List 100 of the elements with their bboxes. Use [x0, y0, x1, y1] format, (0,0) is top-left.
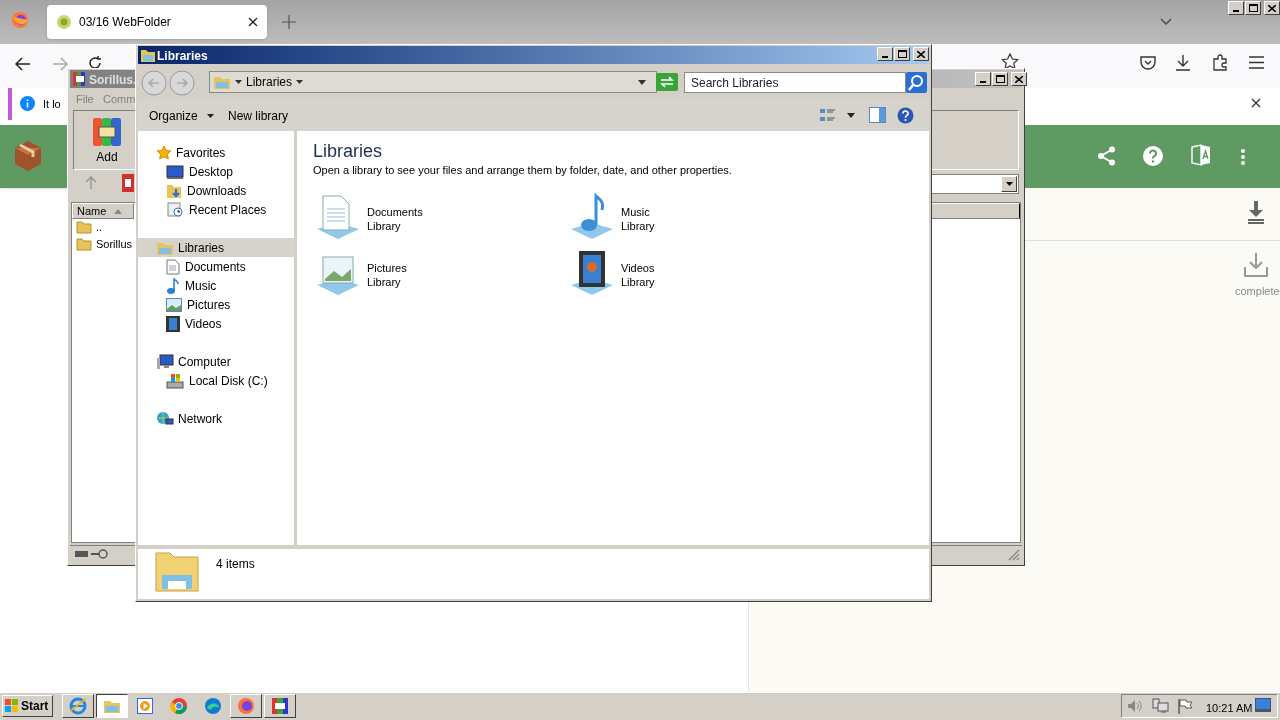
add-button[interactable]: Add: [86, 116, 128, 166]
file-name[interactable]: Sorillus: [96, 236, 133, 253]
nav-item[interactable]: Videos: [166, 314, 222, 333]
nav-item[interactable]: Desktop: [166, 162, 234, 181]
item-count: 4 items: [216, 556, 255, 573]
archive-icon: [271, 697, 289, 715]
dropdown-arrow-icon: [638, 79, 646, 85]
computer-icon: [156, 353, 174, 370]
search-field[interactable]: Search Libraries: [684, 72, 906, 93]
archive-icon: [91, 116, 123, 148]
taskbar-button[interactable]: [96, 694, 128, 718]
package-icon: [14, 140, 42, 172]
close-icon: [917, 50, 925, 58]
media-player-icon: [137, 698, 153, 714]
file-name[interactable]: ..: [96, 219, 103, 236]
recent-places-icon: [166, 201, 184, 218]
folder-icon: [103, 698, 121, 714]
clock: 10:21 AM: [1206, 701, 1253, 716]
close-button[interactable]: [1264, 1, 1280, 15]
flag-icon[interactable]: [1177, 698, 1193, 714]
nav-item[interactable]: Libraries: [138, 238, 294, 257]
music-note-icon: [166, 277, 180, 294]
pictures-icon: [166, 297, 182, 312]
translate-icon[interactable]: [1190, 144, 1212, 168]
browser-icon: [69, 697, 87, 715]
info-icon: [20, 96, 35, 111]
dropdown-arrow-icon[interactable]: [847, 113, 855, 118]
star-icon[interactable]: [1001, 53, 1019, 70]
nav-item[interactable]: Local Disk (C:): [166, 371, 268, 390]
nav-item[interactable]: Downloads: [166, 181, 247, 200]
windows-logo-icon: [5, 699, 19, 713]
path-dropdown[interactable]: [930, 174, 1019, 194]
preview-pane-icon[interactable]: [869, 107, 886, 123]
address-bar[interactable]: Libraries: [209, 71, 657, 93]
column-header[interactable]: [930, 203, 1020, 219]
maximize-button[interactable]: [894, 47, 910, 61]
dropdown-arrow-icon: [235, 80, 242, 84]
desktop-icon: [166, 164, 184, 179]
tab-title: 03/16 WebFolder: [79, 14, 172, 31]
window-title: Sorillus.: [89, 72, 137, 89]
search-icon[interactable]: [906, 72, 927, 93]
pocket-icon[interactable]: [1140, 55, 1156, 70]
nav-item[interactable]: Recent Places: [166, 200, 267, 219]
refresh-icon[interactable]: [656, 73, 678, 91]
organize-button[interactable]: Organize: [143, 106, 220, 126]
minimize-button[interactable]: [1228, 1, 1244, 15]
page-heading: Libraries: [313, 140, 383, 163]
tab-favicon-icon: [56, 14, 72, 30]
extension-icon[interactable]: [1212, 54, 1229, 71]
dropdown-arrow-icon: [296, 80, 304, 84]
document-icon: [166, 258, 180, 275]
browser-tab[interactable]: 03/16 WebFolder: [47, 5, 267, 39]
minimize-button[interactable]: [975, 72, 991, 86]
close-button[interactable]: [913, 47, 929, 61]
network-icon[interactable]: [1152, 698, 1169, 714]
notification-text: It lo: [43, 97, 61, 112]
more-options-icon[interactable]: [1240, 148, 1246, 166]
download-icon[interactable]: [1246, 200, 1266, 224]
dropdown-arrow-icon: [206, 114, 214, 118]
download-status: complete: [1235, 284, 1280, 299]
download-icon[interactable]: [1175, 54, 1191, 71]
library-icon: [213, 74, 231, 90]
hard-disk-icon: [166, 372, 184, 389]
browser-icon: [204, 697, 222, 715]
back-arrow-icon[interactable]: [15, 57, 31, 71]
column-header[interactable]: Name: [72, 203, 134, 219]
nav-item[interactable]: Pictures: [166, 295, 231, 314]
close-icon[interactable]: [1251, 98, 1261, 108]
share-icon[interactable]: [1097, 146, 1117, 166]
new-library-button[interactable]: New library: [222, 106, 294, 126]
library-item[interactable]: Videos Library: [567, 249, 655, 297]
close-icon[interactable]: [248, 17, 258, 27]
page-description: Open a library to see your files and arrange them by folder, date, and other properties.: [313, 163, 732, 178]
menu-icon[interactable]: [1249, 56, 1264, 69]
library-icon: [154, 549, 200, 593]
help-icon[interactable]: [897, 107, 914, 124]
nav-item[interactable]: Music: [166, 276, 217, 295]
star-icon: [156, 144, 172, 161]
window-title: Libraries: [157, 48, 208, 65]
library-item[interactable]: Documents Library: [313, 193, 423, 241]
reload-icon[interactable]: [87, 55, 103, 71]
maximize-button[interactable]: [1245, 1, 1261, 15]
browser-icon: [170, 697, 188, 715]
firefox-icon: [237, 697, 255, 715]
minimize-button[interactable]: [877, 47, 893, 61]
start-button[interactable]: Start: [2, 695, 53, 717]
sort-arrow-icon: [114, 208, 123, 214]
library-item[interactable]: Pictures Library: [313, 249, 407, 297]
close-button[interactable]: [1011, 72, 1027, 86]
folder-icon: [76, 237, 92, 252]
help-icon[interactable]: [1143, 146, 1163, 166]
library-item[interactable]: Music Library: [567, 193, 655, 241]
drive-key-icon: [74, 547, 110, 561]
maximize-button[interactable]: [992, 72, 1008, 86]
nav-item[interactable]: Documents: [166, 257, 246, 276]
chevron-down-icon[interactable]: [1160, 18, 1172, 26]
archive-icon: [72, 71, 88, 87]
close-icon: [1268, 4, 1276, 12]
close-icon: [1015, 75, 1023, 83]
dropdown-arrow-icon: [1005, 182, 1013, 186]
